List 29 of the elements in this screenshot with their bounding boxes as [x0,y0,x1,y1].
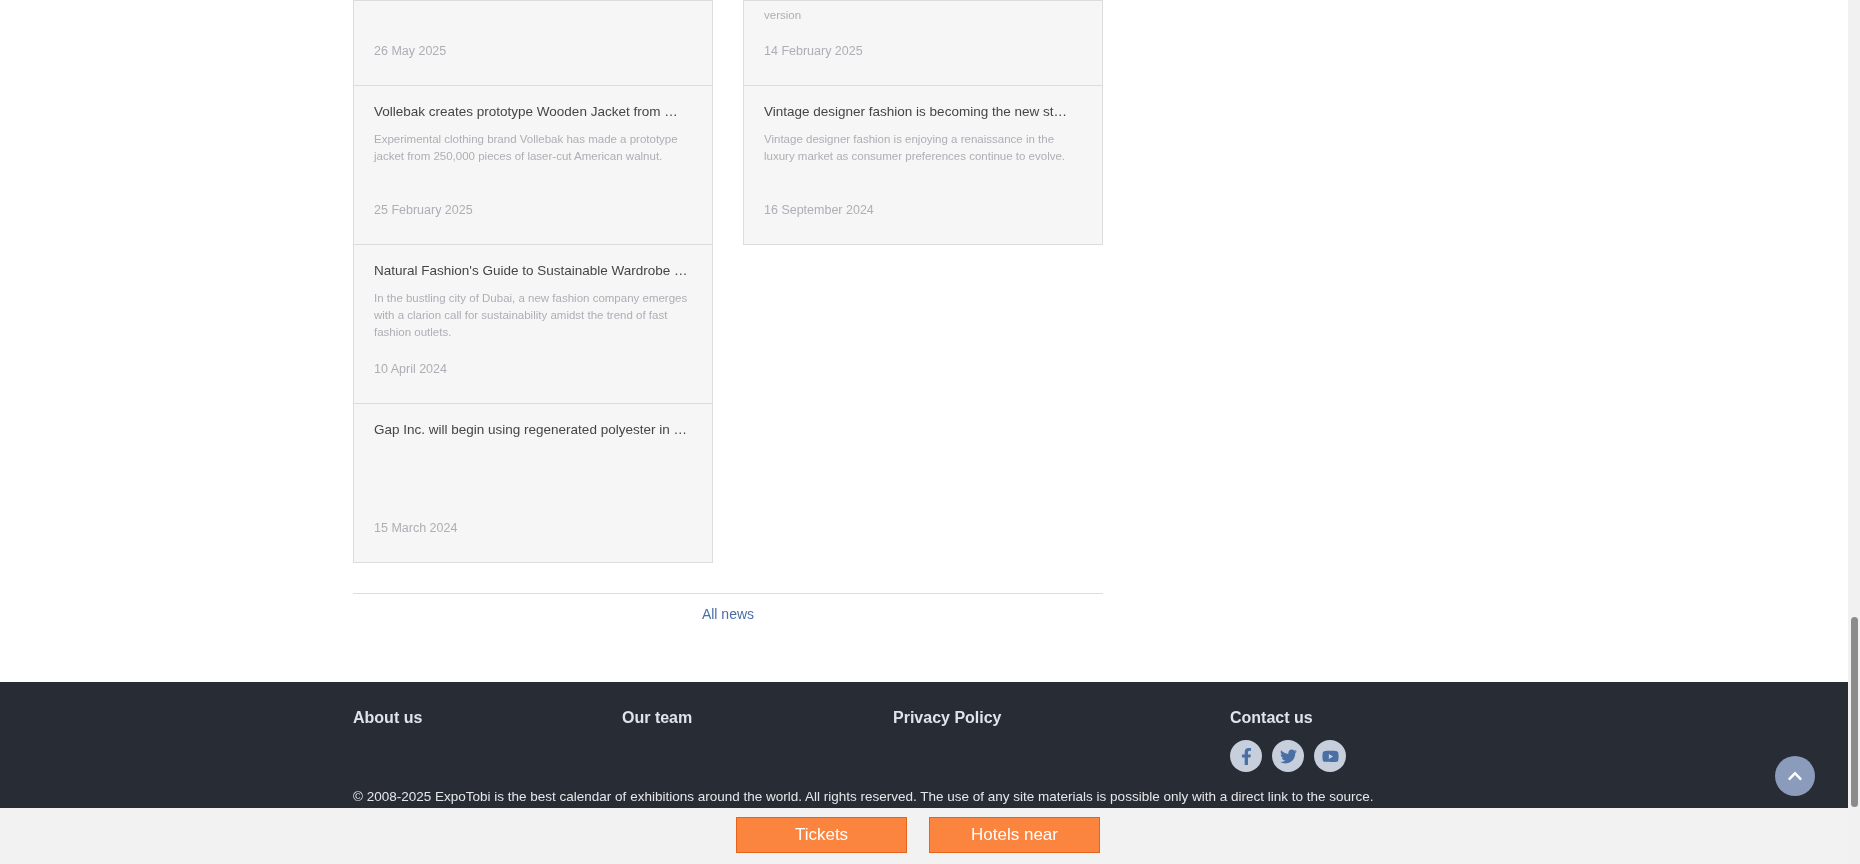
news-date: 26 May 2025 [374,43,448,61]
footer-link[interactable]: About us [353,706,423,730]
news-title[interactable]: Vollebak creates prototype Wooden Jacket from … [374,103,692,121]
scroll-to-top-button[interactable] [1775,756,1815,796]
news-summary: Experimental clothing brand Vollebak has made a prototype jacket from 250,000 pieces of laser-cut American walnut. [374,132,679,164]
news-card[interactable]: Vollebak creates prototype Wooden Jacket from … Experimental clothing brand Vollebak has made a prototype jacket from 250,000 pieces of laser-cut American walnut. 25 February 2025 [353,85,713,245]
news-title[interactable]: Gap Inc. will begin using regenerated polyester in … [374,421,692,439]
news-date: 16 September 2024 [764,202,875,220]
news-summary: In the bustling city of Dubai, a new fashion company emerges with a clarion call for sustainability amidst the trend of fast fashion outlets. [374,291,689,340]
footer-link[interactable]: Privacy Policy [893,706,1002,730]
facebook-icon[interactable] [1230,740,1262,772]
scrollbar[interactable] [1848,0,1860,864]
news-summary: version [764,8,803,24]
news-card[interactable]: Vintage designer fashion is becoming the new st… Vintage designer fashion is enjoying a renaissance in the luxury market as consumer preferences continue to evolve. 16 September 2024 [743,85,1103,245]
copyright-text: © 2008-2025 ExpoTobi is the best calendar of exhibitions around the world. All rights reserved. The use of any site materials is possible only with a direct link to the source. [353,789,1374,805]
news-date: 15 March 2024 [374,520,459,538]
news-date: 25 February 2025 [374,202,474,220]
news-date: 10 April 2024 [374,361,448,379]
twitter-icon[interactable] [1272,740,1304,772]
news-title[interactable]: Natural Fashion's Guide to Sustainable Wardrobe … [374,262,692,280]
news-title[interactable]: Vintage designer fashion is becoming the new st… [764,103,1082,121]
all-news-link[interactable]: All news [701,604,755,625]
scrollbar-thumb[interactable] [1850,617,1858,807]
youtube-icon[interactable] [1314,740,1346,772]
footer-link[interactable]: Contact us [1230,706,1313,730]
footer-link[interactable]: Our team [622,706,693,730]
news-card[interactable]: Gap Inc. will begin using regenerated polyester in … 15 March 2024 [353,403,713,563]
news-date: 14 February 2025 [764,43,864,61]
news-summary: Vintage designer fashion is enjoying a renaissance in the luxury market as consumer preferences continue to evolve. [764,132,1067,164]
